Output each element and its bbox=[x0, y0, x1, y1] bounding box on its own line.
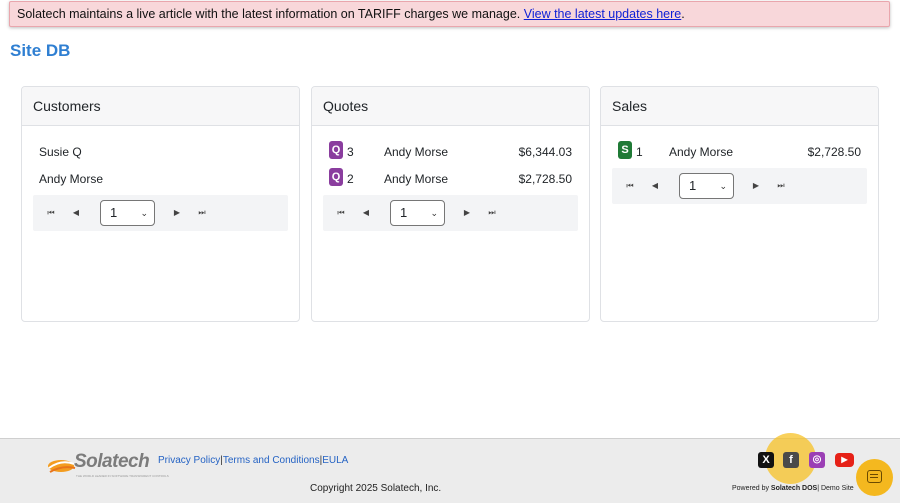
copyright-text: Copyright 2025 Solatech, Inc. bbox=[310, 483, 442, 494]
quotes-page-value: 1 bbox=[400, 205, 408, 220]
quotes-card-title: Quotes bbox=[312, 87, 589, 126]
next-page-icon[interactable]: ▶ bbox=[171, 206, 183, 220]
quotes-pager: ⏮ ◀ 1 ⌄ ▶ ⏭ bbox=[323, 195, 578, 231]
sale-row[interactable]: S 1 Andy Morse $2,728.50 bbox=[612, 141, 867, 168]
sun-logo-icon bbox=[48, 460, 76, 473]
banner-text: Solatech maintains a live article with t… bbox=[17, 7, 524, 21]
tariff-banner: Solatech maintains a live article with t… bbox=[9, 1, 890, 27]
footer-links: Privacy Policy|Terms and Conditions|EULA bbox=[158, 455, 348, 466]
quote-number[interactable]: 2 bbox=[347, 170, 354, 188]
eula-link[interactable]: EULA bbox=[322, 455, 348, 466]
terms-link[interactable]: Terms and Conditions bbox=[223, 455, 320, 466]
first-page-icon[interactable]: ⏮ bbox=[45, 206, 57, 220]
facebook-icon[interactable]: f bbox=[783, 452, 799, 468]
powered-suffix: | Demo Site bbox=[817, 485, 854, 492]
quote-customer[interactable]: Andy Morse bbox=[384, 143, 448, 161]
customers-card: Customers Susie Q Andy Morse ⏮ ◀ 1 ⌄ ▶ ⏭ bbox=[21, 86, 300, 322]
quote-badge-icon: Q bbox=[329, 168, 343, 186]
customer-name[interactable]: Andy Morse bbox=[39, 170, 103, 188]
privacy-policy-link[interactable]: Privacy Policy bbox=[158, 455, 220, 466]
customers-page-select[interactable]: 1 ⌄ bbox=[100, 200, 155, 226]
prev-page-icon[interactable]: ◀ bbox=[649, 179, 661, 193]
chat-icon bbox=[867, 470, 882, 483]
quote-number[interactable]: 3 bbox=[347, 143, 354, 161]
x-twitter-icon[interactable]: X bbox=[758, 452, 774, 468]
sale-number[interactable]: 1 bbox=[636, 143, 643, 161]
chevron-down-icon: ⌄ bbox=[140, 208, 148, 218]
customers-pager: ⏮ ◀ 1 ⌄ ▶ ⏭ bbox=[33, 195, 288, 231]
prev-page-icon[interactable]: ◀ bbox=[360, 206, 372, 220]
sales-page-select[interactable]: 1 ⌄ bbox=[679, 173, 734, 199]
next-page-icon[interactable]: ▶ bbox=[750, 179, 762, 193]
last-page-icon[interactable]: ⏭ bbox=[775, 179, 787, 193]
first-page-icon[interactable]: ⏮ bbox=[624, 179, 636, 193]
sales-page-value: 1 bbox=[689, 178, 697, 193]
quote-row[interactable]: Q 3 Andy Morse $6,344.03 bbox=[323, 141, 578, 168]
chevron-down-icon: ⌄ bbox=[719, 181, 727, 191]
logo-tagline: THE WORLD LEADER IN SOFTWARE TRANSPARENT… bbox=[76, 474, 169, 478]
quotes-page-select[interactable]: 1 ⌄ bbox=[390, 200, 445, 226]
instagram-icon[interactable]: ◎ bbox=[809, 452, 825, 468]
quote-row[interactable]: Q 2 Andy Morse $2,728.50 bbox=[323, 168, 578, 195]
customer-row[interactable]: Andy Morse bbox=[33, 168, 288, 195]
chat-button[interactable] bbox=[856, 459, 893, 496]
logo-wordmark: Solatech bbox=[74, 451, 150, 472]
prev-page-icon[interactable]: ◀ bbox=[70, 206, 82, 220]
chevron-down-icon: ⌄ bbox=[430, 208, 438, 218]
youtube-icon[interactable]: ▶ bbox=[835, 453, 854, 467]
sales-card-title: Sales bbox=[601, 87, 878, 126]
banner-suffix: . bbox=[681, 7, 685, 21]
customer-name[interactable]: Susie Q bbox=[39, 143, 82, 161]
banner-updates-link[interactable]: View the latest updates here bbox=[524, 7, 682, 21]
powered-brand: Solatech DOS bbox=[770, 485, 818, 492]
last-page-icon[interactable]: ⏭ bbox=[486, 206, 498, 220]
sale-customer[interactable]: Andy Morse bbox=[669, 143, 733, 161]
sales-card: Sales S 1 Andy Morse $2,728.50 ⏮ ◀ 1 ⌄ ▶… bbox=[600, 86, 879, 322]
sales-pager: ⏮ ◀ 1 ⌄ ▶ ⏭ bbox=[612, 168, 867, 204]
customer-row[interactable]: Susie Q bbox=[33, 141, 288, 168]
quotes-card: Quotes Q 3 Andy Morse $6,344.03 Q 2 Andy… bbox=[311, 86, 590, 322]
last-page-icon[interactable]: ⏭ bbox=[196, 206, 208, 220]
first-page-icon[interactable]: ⏮ bbox=[335, 206, 347, 220]
quote-customer[interactable]: Andy Morse bbox=[384, 170, 448, 188]
page-title: Site DB bbox=[10, 41, 71, 60]
sale-amount: $2,728.50 bbox=[807, 145, 861, 159]
powered-prefix: Powered by bbox=[732, 485, 771, 492]
powered-by-text: Powered by Solatech DOS| Demo Site bbox=[732, 485, 854, 492]
customers-card-title: Customers bbox=[22, 87, 299, 126]
solatech-logo[interactable]: Solatech THE WORLD LEADER IN SOFTWARE TR… bbox=[46, 451, 169, 479]
quote-amount: $6,344.03 bbox=[518, 145, 572, 159]
customers-page-value: 1 bbox=[110, 205, 118, 220]
sale-badge-icon: S bbox=[618, 141, 632, 159]
next-page-icon[interactable]: ▶ bbox=[461, 206, 473, 220]
site-footer: Solatech THE WORLD LEADER IN SOFTWARE TR… bbox=[0, 438, 900, 503]
quote-amount: $2,728.50 bbox=[518, 172, 572, 186]
quote-badge-icon: Q bbox=[329, 141, 343, 159]
